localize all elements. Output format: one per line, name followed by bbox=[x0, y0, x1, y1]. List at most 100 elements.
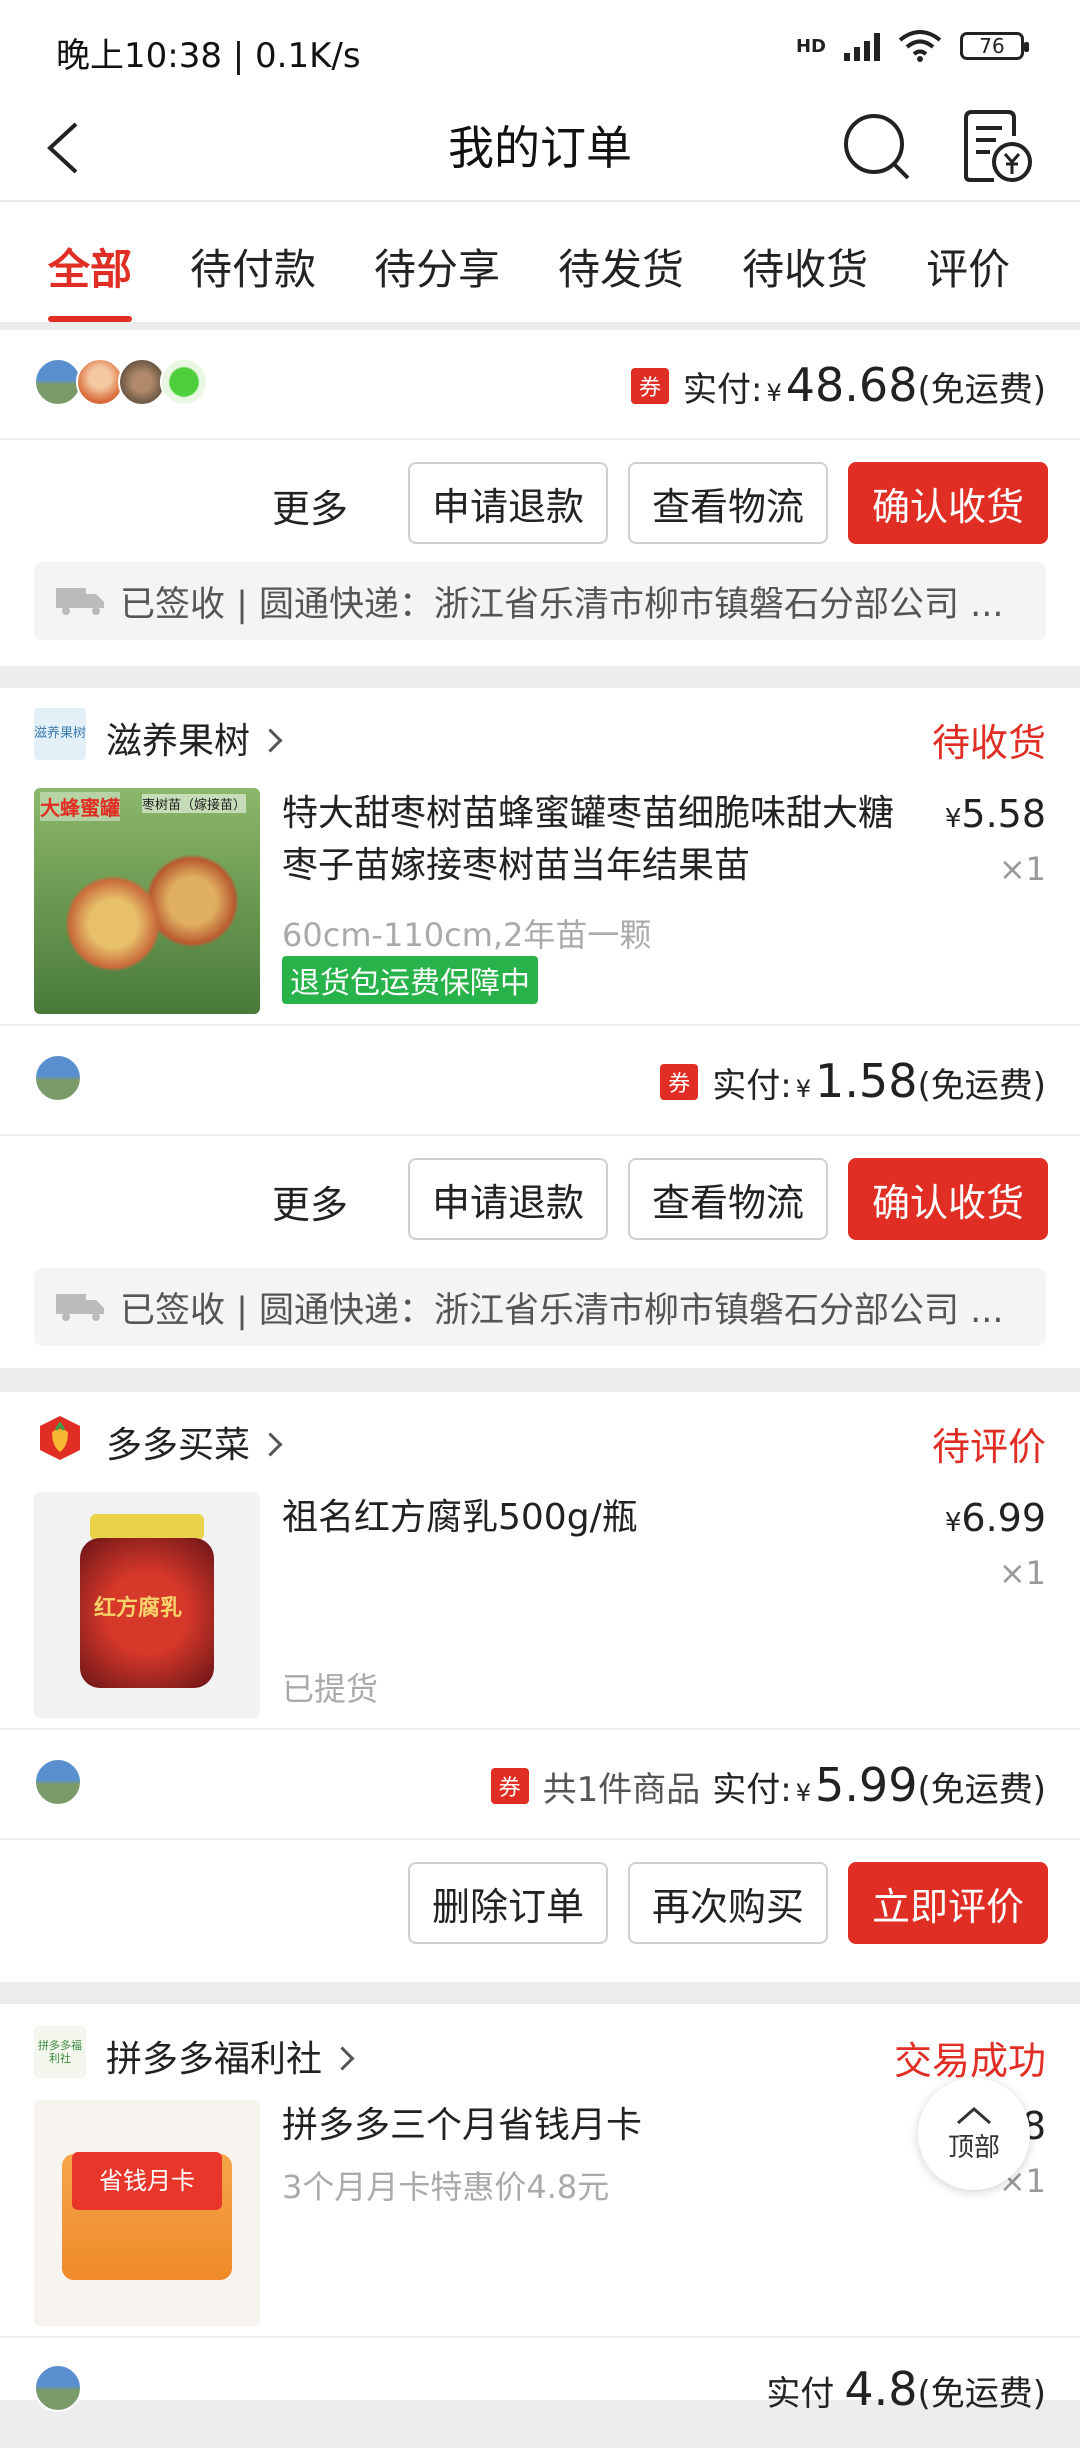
shop-row[interactable]: 多多买菜 待评价 bbox=[0, 1392, 1080, 1492]
order-card-4: 拼多多福利社 拼多多福利社 交易成功 省钱月卡 拼多多三个月省钱月卡 8 ×1 … bbox=[0, 2004, 1080, 2448]
amount-value: 1.58 bbox=[815, 1054, 918, 1108]
product-item[interactable]: 红方腐乳 祖名红方腐乳500g/瓶 ¥6.99 ×1 已提货 bbox=[0, 1492, 1080, 1728]
product-quantity: ×1 bbox=[998, 850, 1046, 888]
back-to-top-label: 顶部 bbox=[947, 2132, 1000, 2163]
product-item[interactable]: 大蜂蜜罐 枣树苗（嫁接苗） 特大甜枣树苗蜂蜜罐枣苗细脆味甜大糖枣子苗嫁接枣树苗当… bbox=[0, 788, 1080, 1024]
more-link[interactable]: 更多 bbox=[272, 1174, 348, 1229]
signal-icon bbox=[844, 31, 880, 61]
item-count: 共1件商品 bbox=[542, 1770, 701, 1810]
coupon-badge: 券 bbox=[660, 1064, 699, 1100]
rebuy-button[interactable]: 再次购买 bbox=[628, 1862, 828, 1944]
review-button[interactable]: 立即评价 bbox=[848, 1862, 1048, 1944]
hd-label: HD bbox=[795, 35, 826, 57]
group-avatars bbox=[34, 2364, 82, 2412]
logistics-bar[interactable]: 已签收 | 圆通快递：浙江省乐清市柳市镇磐石分部公司 ... bbox=[34, 562, 1046, 640]
group-avatars bbox=[34, 1758, 82, 1806]
confirm-receipt-button[interactable]: 确认收货 bbox=[848, 1158, 1048, 1240]
thumbnail-title: 大蜂蜜罐 bbox=[40, 792, 120, 821]
jar-body-shape: 红方腐乳 bbox=[80, 1538, 214, 1688]
order-summary: 券 实付: ¥ 48.68 (免运费) bbox=[0, 330, 1080, 440]
currency: ¥ bbox=[795, 1779, 812, 1807]
tab-pending-shipment[interactable]: 待发货 bbox=[558, 202, 684, 322]
order-actions: 更多 申请退款 查看物流 确认收货 bbox=[0, 440, 1080, 550]
card-label: 省钱月卡 bbox=[72, 2152, 222, 2210]
thumbnail-subtitle: 枣树苗（嫁接苗） bbox=[142, 794, 247, 813]
logistics-bar[interactable]: 已签收 | 圆通快递：浙江省乐清市柳市镇磐石分部公司 ... bbox=[34, 1268, 1046, 1346]
product-price: ¥5.58 bbox=[944, 792, 1046, 836]
product-name: 拼多多三个月省钱月卡 bbox=[282, 2105, 643, 2146]
price-value: 5.58 bbox=[961, 792, 1046, 836]
currency: ¥ bbox=[766, 379, 782, 407]
shop-name-text: 多多买菜 bbox=[106, 1425, 251, 1466]
order-status: 交易成功 bbox=[893, 2039, 1046, 2083]
paid-label: 实付: bbox=[712, 1770, 792, 1810]
status-icons: HD 76 bbox=[795, 30, 1029, 62]
bill-icon[interactable] bbox=[956, 106, 1036, 186]
truck-icon bbox=[56, 1294, 104, 1321]
avatar bbox=[160, 358, 208, 406]
delete-order-button[interactable]: 删除订单 bbox=[408, 1862, 608, 1944]
price-value: 6.99 bbox=[961, 1496, 1046, 1540]
tab-pending-share[interactable]: 待分享 bbox=[374, 202, 500, 322]
avatar bbox=[34, 1054, 82, 1102]
refund-button[interactable]: 申请退款 bbox=[408, 462, 608, 544]
paid-amount: 券 共1件商品 实付: ¥ 5.99 (免运费) bbox=[490, 1758, 1046, 1812]
search-icon[interactable] bbox=[838, 108, 918, 188]
order-tabs: 全部 待付款 待分享 待发货 待收货 评价 bbox=[0, 202, 1080, 324]
shop-row[interactable]: 滋养果树 滋养果树 待收货 bbox=[0, 688, 1080, 788]
nav-bar: 我的订单 bbox=[0, 96, 1080, 202]
shop-logo: 拼多多福利社 bbox=[34, 2026, 86, 2078]
shipping-note: (免运费) bbox=[917, 370, 1046, 410]
paid-label: 实付: bbox=[712, 1066, 792, 1106]
order-status: 待收货 bbox=[931, 721, 1046, 765]
shop-row[interactable]: 拼多多福利社 拼多多福利社 交易成功 bbox=[0, 2004, 1080, 2100]
product-quantity: ×1 bbox=[998, 1554, 1046, 1592]
shipping-note: (免运费) bbox=[917, 1770, 1046, 1810]
product-spec: 3个月月卡特惠价4.8元 bbox=[282, 2168, 610, 2206]
refund-button[interactable]: 申请退款 bbox=[408, 1158, 608, 1240]
battery-icon: 76 bbox=[960, 32, 1029, 60]
shipping-note: (免运费) bbox=[917, 1066, 1046, 1106]
chevron-right-icon bbox=[258, 1432, 283, 1457]
product-status: 已提货 bbox=[282, 1670, 379, 1708]
tab-pending-payment[interactable]: 待付款 bbox=[190, 202, 316, 322]
jar-lid-shape bbox=[90, 1514, 204, 1540]
product-name: 祖名红方腐乳500g/瓶 bbox=[282, 1497, 638, 1538]
order-card-3: 多多买菜 待评价 红方腐乳 祖名红方腐乳500g/瓶 ¥6.99 ×1 已提货 … bbox=[0, 1392, 1080, 1982]
status-time: 晚上10:38 | 0.1K/s bbox=[56, 36, 361, 76]
shop-name-text: 拼多多福利社 bbox=[106, 2039, 323, 2080]
battery-level: 76 bbox=[979, 34, 1005, 58]
tab-pending-receipt[interactable]: 待收货 bbox=[742, 202, 868, 322]
paid-amount: 券 实付: ¥ 48.68 (免运费) bbox=[631, 358, 1046, 412]
avatar bbox=[76, 358, 124, 406]
wifi-icon bbox=[898, 30, 942, 62]
jar-label: 红方腐乳 bbox=[94, 1596, 183, 1621]
order-actions: 删除订单 再次购买 立即评价 bbox=[0, 1840, 1080, 1950]
group-avatars bbox=[34, 358, 208, 406]
shop-logo: 滋养果树 bbox=[34, 708, 86, 760]
product-name: 特大甜枣树苗蜂蜜罐枣苗细脆味甜大糖枣子苗嫁接枣树苗当年结果苗 bbox=[282, 793, 895, 886]
shop-name[interactable]: 多多买菜 bbox=[106, 1416, 283, 1468]
track-button[interactable]: 查看物流 bbox=[628, 1158, 828, 1240]
shop-name[interactable]: 滋养果树 bbox=[106, 712, 283, 764]
confirm-receipt-button[interactable]: 确认收货 bbox=[848, 462, 1048, 544]
avatar bbox=[34, 2364, 82, 2412]
back-to-top-button[interactable]: 顶部 bbox=[918, 2078, 1030, 2190]
avatar bbox=[34, 358, 82, 406]
tab-review[interactable]: 评价 bbox=[926, 202, 1010, 322]
coupon-badge: 券 bbox=[631, 368, 670, 404]
shop-name[interactable]: 拼多多福利社 bbox=[106, 2030, 355, 2082]
track-button[interactable]: 查看物流 bbox=[628, 462, 828, 544]
more-link[interactable]: 更多 bbox=[272, 478, 348, 533]
logistics-text: 已签收 | 圆通快递：浙江省乐清市柳市镇磐石分部公司 ... bbox=[120, 1290, 1004, 1331]
duoduo-maicai-logo bbox=[40, 1416, 80, 1460]
order-summary: 券 共1件商品 实付: ¥ 5.99 (免运费) bbox=[0, 1728, 1080, 1840]
amount-value: 48.68 bbox=[785, 358, 918, 412]
order-status: 待评价 bbox=[931, 1425, 1046, 1469]
page-title: 我的订单 bbox=[448, 121, 632, 175]
chevron-up-icon bbox=[957, 2106, 991, 2124]
chevron-right-icon bbox=[258, 728, 283, 753]
amount-value: 5.99 bbox=[815, 1758, 918, 1812]
tab-all[interactable]: 全部 bbox=[48, 202, 133, 322]
avatar bbox=[118, 358, 166, 406]
